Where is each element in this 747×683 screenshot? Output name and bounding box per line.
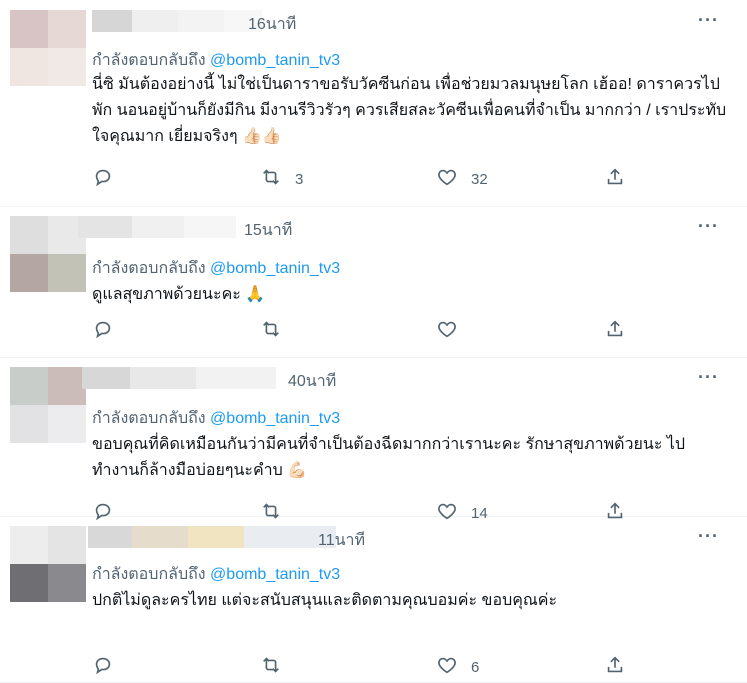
reply-button[interactable] <box>92 654 114 680</box>
like-count: 32 <box>471 170 488 188</box>
tweet-actions: 6 <box>92 654 652 680</box>
display-name[interactable] <box>92 10 262 32</box>
tweet-actions <box>92 318 652 344</box>
avatar[interactable] <box>10 216 86 292</box>
retweet-icon <box>260 654 282 680</box>
tweet-text: ปกติไม่ดูละครไทย แต่จะสนับสนุนและติดตามค… <box>92 592 558 609</box>
timestamp[interactable]: 15นาที <box>244 218 292 243</box>
replying-to-label: กำลังตอบกลับถึง <box>92 52 206 69</box>
replying-to: กำลังตอบกลับถึง @bomb_tanin_tv3 <box>92 562 340 587</box>
tweet-text: ดูแลสุขภาพด้วยนะคะ 🙏 <box>92 286 266 303</box>
reply-button[interactable] <box>92 166 114 192</box>
share-icon <box>604 318 626 344</box>
timestamp[interactable]: 40นาที <box>288 369 336 394</box>
share-button[interactable] <box>604 318 626 344</box>
replying-to: กำลังตอบกลับถึง @bomb_tanin_tv3 <box>92 406 340 431</box>
heart-icon <box>436 166 458 192</box>
replying-to: กำลังตอบกลับถึง @bomb_tanin_tv3 <box>92 256 340 281</box>
retweet-icon <box>260 166 282 192</box>
avatar[interactable] <box>10 526 86 602</box>
like-button[interactable]: 32 <box>436 166 488 192</box>
reply-icon <box>92 166 114 192</box>
tweet-text: นี่ซิ มันต้องอย่างนี้ ไม่ใช่เป็นดาราขอรั… <box>92 76 727 145</box>
replying-to: กำลังตอบกลับถึง @bomb_tanin_tv3 <box>92 48 340 73</box>
timestamp[interactable]: 16นาที <box>248 12 296 37</box>
like-button[interactable]: 6 <box>436 654 479 680</box>
tweet[interactable]: 16นาที ··· กำลังตอบกลับถึง @bomb_tanin_tv3… <box>0 0 747 207</box>
share-icon <box>604 654 626 680</box>
replying-to-label: กำลังตอบกลับถึง <box>92 260 206 277</box>
share-icon <box>604 166 626 192</box>
tweet-actions: 3 32 <box>92 166 652 192</box>
retweet-count: 3 <box>295 170 304 188</box>
like-count: 6 <box>471 658 480 676</box>
avatar[interactable] <box>10 367 86 443</box>
tweet-text: ขอบคุณที่คิดเหมือนกันว่ามีคนที่จำเป็นต้อ… <box>92 436 686 479</box>
avatar[interactable] <box>10 10 86 86</box>
tweet[interactable]: 11นาที ··· กำลังตอบกลับถึง @bomb_tanin_tv3… <box>0 516 747 683</box>
retweet-button[interactable] <box>260 654 295 680</box>
reply-icon <box>92 318 114 344</box>
share-button[interactable] <box>604 654 626 680</box>
reply-handle-link[interactable]: @bomb_tanin_tv3 <box>210 410 340 427</box>
reply-handle-link[interactable]: @bomb_tanin_tv3 <box>210 260 340 277</box>
reply-button[interactable] <box>92 318 114 344</box>
more-icon[interactable]: ··· <box>698 216 719 237</box>
heart-icon <box>436 318 458 344</box>
reply-handle-link[interactable]: @bomb_tanin_tv3 <box>210 52 340 69</box>
share-button[interactable] <box>604 166 626 192</box>
reply-handle-link[interactable]: @bomb_tanin_tv3 <box>210 566 340 583</box>
tweet[interactable]: 40นาที ··· กำลังตอบกลับถึง @bomb_tanin_tv3… <box>0 357 747 522</box>
retweet-icon <box>260 318 282 344</box>
reply-icon <box>92 654 114 680</box>
timestamp[interactable]: 11นาที <box>318 528 365 553</box>
more-icon[interactable]: ··· <box>698 367 719 388</box>
more-icon[interactable]: ··· <box>698 10 719 31</box>
retweet-button[interactable]: 3 <box>260 166 303 192</box>
retweet-button[interactable] <box>260 318 295 344</box>
display-name[interactable] <box>82 367 276 389</box>
display-name[interactable] <box>78 216 236 238</box>
like-button[interactable] <box>436 318 471 344</box>
more-icon[interactable]: ··· <box>698 526 719 547</box>
replying-to-label: กำลังตอบกลับถึง <box>92 566 206 583</box>
replying-to-label: กำลังตอบกลับถึง <box>92 410 206 427</box>
heart-icon <box>436 654 458 680</box>
tweet[interactable]: 15นาที ··· กำลังตอบกลับถึง @bomb_tanin_tv3… <box>0 206 747 358</box>
display-name[interactable] <box>88 526 336 548</box>
